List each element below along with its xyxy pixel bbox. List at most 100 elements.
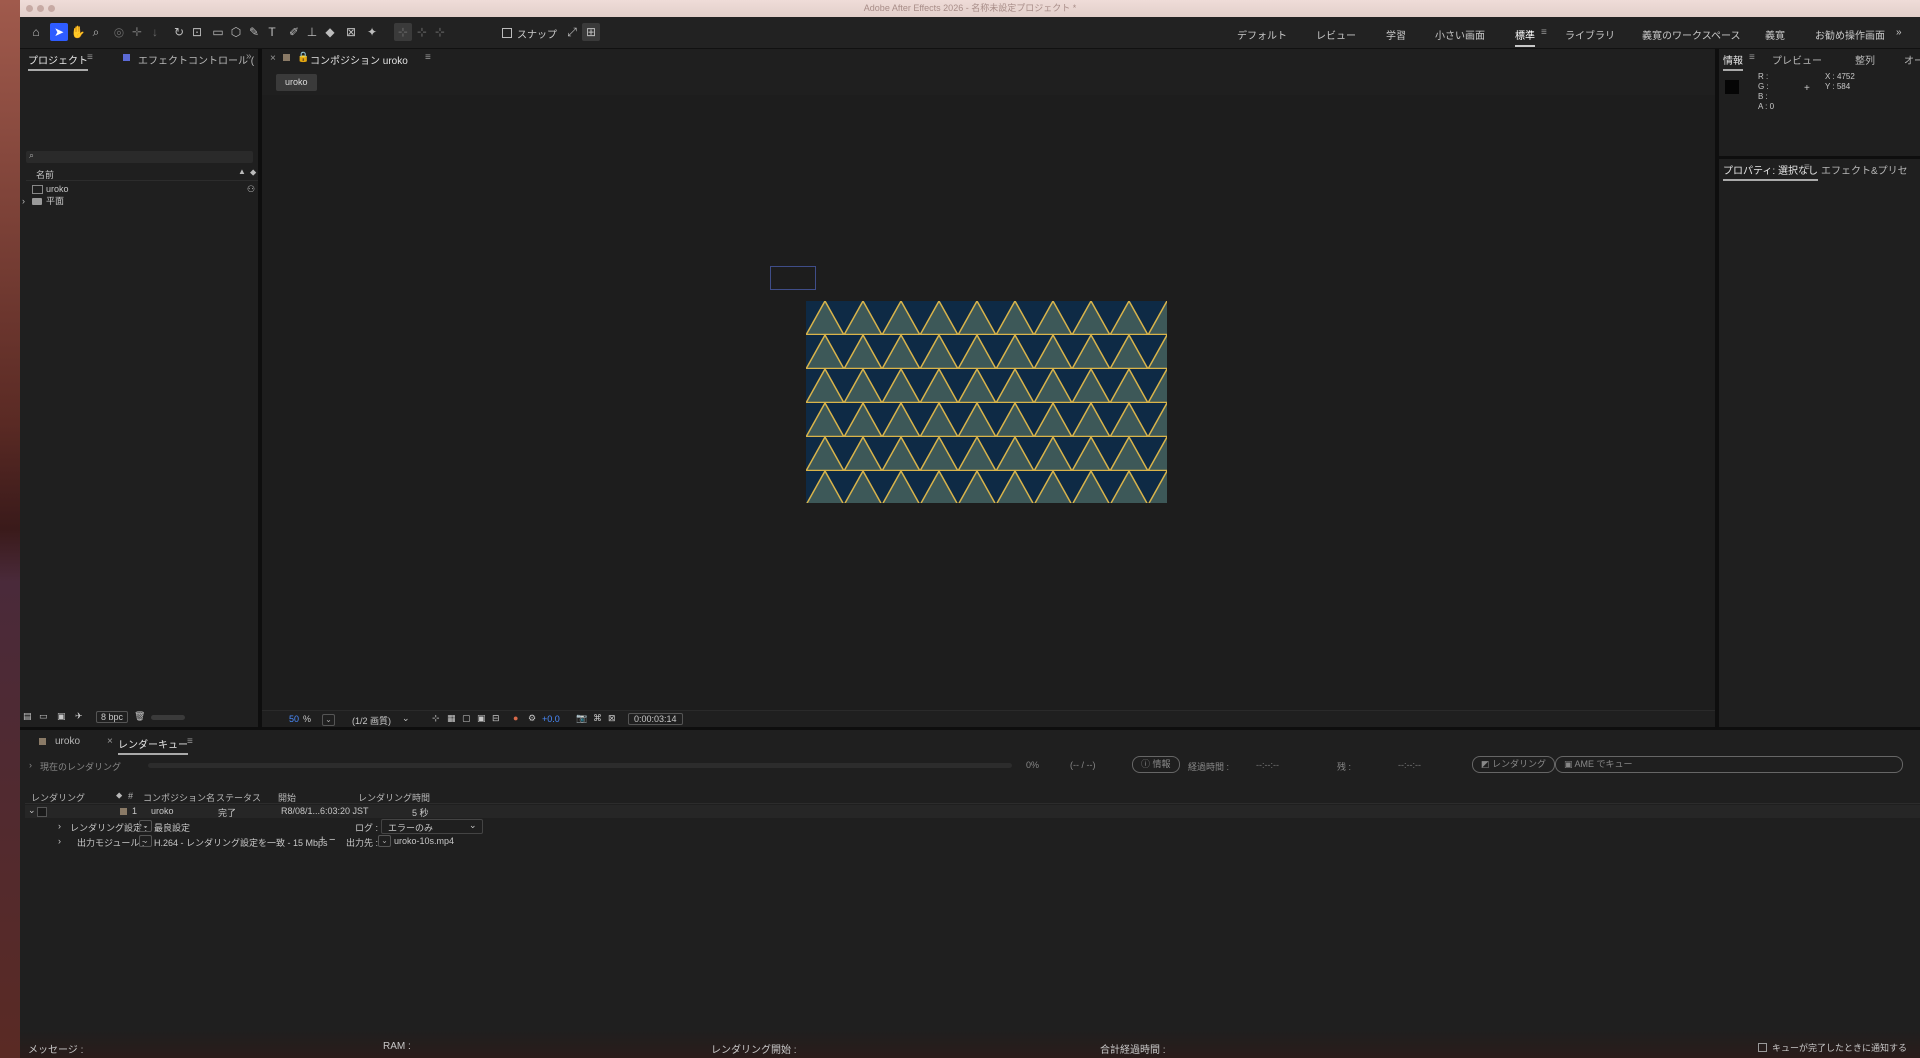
tab-effects-presets[interactable]: エフェクト&プリセ [1821, 162, 1908, 177]
delete-icon[interactable]: 🗑 [134, 711, 145, 722]
log-select[interactable]: エラーのみ ⌄ [381, 819, 483, 834]
output-module-value[interactable]: H.264 - レンダリング設定を一致 - 15 Mbps [154, 836, 328, 849]
tab-align[interactable]: 整列 [1855, 52, 1875, 67]
properties-menu-icon[interactable]: ≡ [1804, 162, 1810, 173]
tab-effect-controls[interactable]: エフェクトコントロール ( [138, 52, 254, 67]
snap-checkbox[interactable] [502, 28, 512, 38]
view-axis-mode-icon[interactable]: ⊹ [431, 23, 449, 41]
new-folder-icon[interactable]: ▭ [39, 711, 48, 722]
column-name-label[interactable]: 名前 [36, 168, 54, 181]
tab-preview[interactable]: プレビュー [1772, 52, 1822, 67]
tab-render-queue[interactable]: レンダーキュー [118, 736, 188, 755]
snap-options-icon[interactable]: ⤢ [563, 23, 581, 41]
resolution-select[interactable]: (1/2 画質) [352, 714, 391, 727]
interpret-footage-icon[interactable]: ▤ [23, 711, 32, 722]
workspace-learn[interactable]: 学習 [1386, 27, 1406, 42]
text-tool-icon[interactable]: T [263, 23, 281, 41]
col-start[interactable]: 開始 [278, 791, 296, 804]
tab-timeline-uroko[interactable]: uroko [55, 736, 80, 747]
workspace-small-screen[interactable]: 小さい画面 [1435, 27, 1485, 42]
current-time-display[interactable]: 0:00:03:14 [628, 713, 683, 725]
queue-in-ame-button[interactable]: ▣ AME でキュー [1555, 756, 1903, 773]
workspace-standard[interactable]: 標準 [1515, 27, 1535, 47]
sort-up-icon[interactable]: ▲ [238, 167, 246, 176]
zoom-dropdown[interactable]: ⌄ [322, 714, 335, 726]
info-button[interactable]: ⓘ 情報 [1132, 756, 1180, 773]
region-of-interest-icon[interactable]: ▣ [477, 713, 486, 724]
zoom-tool-icon[interactable]: ⌕ [87, 23, 105, 41]
tab-audio[interactable]: オー [1904, 52, 1920, 67]
render-settings-value[interactable]: 最良設定 [154, 821, 190, 834]
hand-tool-icon[interactable]: ✋ [69, 23, 87, 41]
remove-output-module-icon[interactable]: − [329, 834, 335, 846]
project-menu-icon[interactable]: ≡ [87, 52, 93, 63]
comp-subtab-uroko[interactable]: uroko [276, 74, 317, 91]
current-render-expand-icon[interactable]: › [29, 760, 32, 770]
info-menu-icon[interactable]: ≡ [1749, 52, 1755, 63]
close-window-button[interactable] [26, 5, 33, 12]
transparency-grid-icon[interactable]: ▦ [447, 713, 456, 724]
render-settings-expand-icon[interactable]: › [58, 821, 61, 831]
exposure-reset-icon[interactable]: ⚙ [528, 713, 536, 724]
col-status[interactable]: ステータス [216, 791, 261, 804]
zoom-value[interactable]: 50 [289, 714, 299, 724]
rectangle-tool-icon[interactable]: ▭ [209, 23, 227, 41]
col-number[interactable]: # [128, 791, 133, 801]
tab-project[interactable]: プロジェクト [28, 52, 88, 71]
exposure-value[interactable]: +0.0 [542, 714, 560, 724]
bit-depth-button[interactable]: 8 bpc [96, 711, 129, 723]
expand-chevron-icon[interactable]: › [22, 195, 25, 208]
chevron-down-icon[interactable]: ⌄ [402, 713, 410, 724]
collapse-chevron-icon[interactable]: ⌄ [28, 805, 36, 816]
render-button[interactable]: ◩ レンダリング [1472, 756, 1556, 773]
puppet-pin-tool-icon[interactable]: ✦ [363, 23, 381, 41]
workspace-default[interactable]: デフォルト [1237, 27, 1287, 42]
dolly-camera-icon[interactable]: ↓ [146, 23, 164, 41]
output-to-dropdown[interactable]: ⌄ [378, 835, 391, 847]
output-to-value[interactable]: uroko-10s.mp4 [394, 836, 454, 846]
home-icon[interactable]: ⌂ [27, 23, 45, 41]
workspace-libraries[interactable]: ライブラリ [1565, 27, 1615, 42]
workspace-overflow-icon[interactable]: » [1896, 27, 1902, 38]
render-queue-item-row[interactable]: ⌄ 1 uroko 完了 R8/08/1...6:03:20 JST 5 秒 [25, 805, 1920, 818]
project-search-input[interactable]: ⌕ [26, 150, 253, 163]
notify-checkbox[interactable] [1758, 1043, 1767, 1052]
cube-tool-icon[interactable]: ⬡ [227, 23, 245, 41]
selection-tool-icon[interactable]: ➤ [50, 23, 68, 41]
add-output-module-icon[interactable]: + [319, 834, 325, 846]
col-render-time[interactable]: レンダリング時間 [358, 791, 430, 804]
pan-camera-icon[interactable]: ✛ [128, 23, 146, 41]
rotate-tool-icon[interactable]: ↻ [170, 23, 188, 41]
roto-brush-tool-icon[interactable]: ⊠ [342, 23, 360, 41]
color-channels-icon[interactable]: ● [513, 713, 518, 723]
fast-preview-icon[interactable]: ⊹ [432, 713, 440, 724]
col-comp-name[interactable]: コンポジション名 [143, 791, 215, 804]
workspace-recommended[interactable]: お勧め操作画面 [1815, 27, 1885, 42]
col-label-tag-icon[interactable]: ⬥ [116, 790, 122, 801]
render-checkbox[interactable] [37, 807, 47, 817]
clone-stamp-tool-icon[interactable]: ⊥ [303, 23, 321, 41]
tab-info[interactable]: 情報 [1723, 52, 1743, 71]
show-snapshot-icon[interactable]: ⌘ [593, 713, 602, 724]
project-item-folder[interactable]: › 平面 [20, 195, 258, 208]
adjust-project-settings-icon[interactable]: ✈ [75, 711, 83, 722]
brush-tool-icon[interactable]: ✐ [285, 23, 303, 41]
render-settings-dropdown[interactable]: ⌄ [139, 820, 152, 832]
eraser-tool-icon[interactable]: ◆ [321, 23, 339, 41]
output-module-dropdown[interactable]: ⌄ [139, 835, 152, 847]
pen-tool-icon[interactable]: ✎ [245, 23, 263, 41]
world-axis-mode-icon[interactable]: ⊹ [413, 23, 431, 41]
mask-visibility-icon[interactable]: ▢ [462, 713, 471, 724]
label-tag-icon[interactable]: ⬥ [250, 167, 256, 178]
zoom-window-button[interactable] [48, 5, 55, 12]
snapshot-camera-icon[interactable]: 📷 [576, 713, 587, 724]
orbit-camera-icon[interactable]: ◎ [110, 23, 128, 41]
minimize-window-button[interactable] [37, 5, 44, 12]
lock-icon[interactable]: 🔒 [297, 52, 309, 63]
thumbnail-size-slider[interactable] [151, 715, 185, 720]
col-render[interactable]: レンダリング [31, 791, 85, 804]
workspace-yoshihiro[interactable]: 義寛 [1765, 27, 1785, 42]
local-axis-mode-icon[interactable]: ⊹ [394, 23, 412, 41]
close-rq-tab-icon[interactable]: × [107, 736, 113, 747]
grid-guides-icon[interactable]: ⊟ [492, 713, 500, 724]
